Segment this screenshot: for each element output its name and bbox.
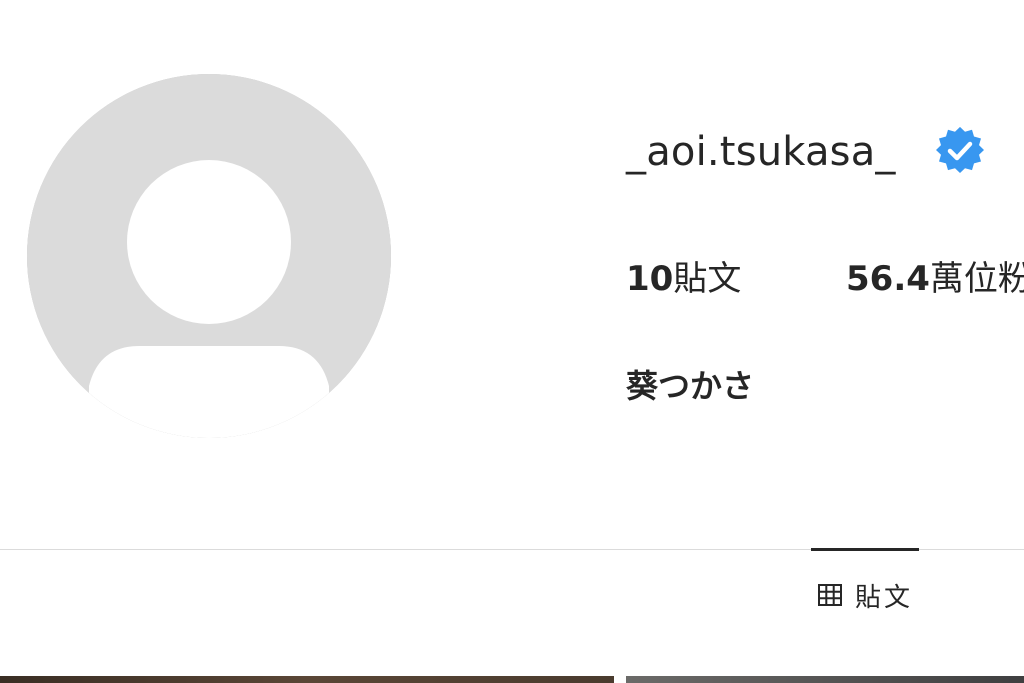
post-thumbnail[interactable] (626, 676, 1024, 683)
tab-posts[interactable]: 貼文 (811, 550, 919, 640)
stat-posts-number: 10 (626, 259, 674, 299)
stat-followers-number: 56.4 (846, 259, 930, 299)
stat-followers[interactable]: 56.4萬位粉 (846, 254, 1024, 304)
stat-followers-label: 萬位粉 (929, 259, 1024, 299)
post-thumbnail[interactable] (0, 676, 614, 683)
profile-display-name: 葵つかさ (626, 367, 755, 405)
stat-posts-label: 貼文 (673, 259, 742, 299)
default-avatar-icon (27, 74, 391, 438)
grid-icon (817, 584, 842, 606)
tab-posts-label: 貼文 (854, 582, 913, 613)
stat-posts[interactable]: 10貼文 (626, 254, 741, 304)
profile-username: _aoi.tsukasa_ (626, 129, 896, 175)
verified-badge-icon (936, 127, 984, 174)
profile-avatar[interactable] (27, 74, 391, 438)
